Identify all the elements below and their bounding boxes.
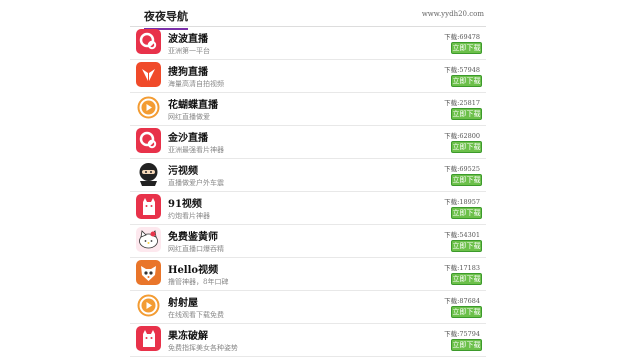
list-item-5: 污视频 直播做爱户外车震 下载:69525 立即下载 [130,159,486,192]
app-description: 直播做爱户外车震 [168,179,224,187]
list-item-7: 免费鉴黄师 网红直播口爆吞精 下载:54301 立即下载 [130,225,486,258]
download-button[interactable]: 立即下载 [451,240,482,252]
list-item-3: 花蝴蝶直播 网红直播做爱 下载:25817 立即下载 [130,93,486,126]
app-description: 在线观看下载免费 [168,311,224,319]
list-item-2: 搜狗直播 海量高清自拍视频 下载:57948 立即下载 [130,60,486,93]
download-count: 下载:17183 [444,264,480,272]
download-button[interactable]: 立即下载 [451,174,482,186]
download-count: 下载:57948 [444,66,480,74]
download-button[interactable]: 立即下载 [451,306,482,318]
download-count: 下载:62800 [444,132,480,140]
app-name[interactable]: 波波直播 [168,30,208,45]
app-name[interactable]: 金沙直播 [168,129,208,144]
app-description: 网红直播做爱 [168,113,210,121]
kitty-icon[interactable] [136,227,161,252]
header-bar: 夜夜导航 www.yydh20.com [130,0,486,30]
download-button[interactable]: 立即下载 [451,207,482,219]
list-item-4: 金沙直播 亚洲最强看片神器 下载:62800 立即下载 [130,126,486,159]
fox-icon[interactable] [136,260,161,285]
app-name[interactable]: 搜狗直播 [168,63,208,78]
list-item-8: Hello视频 撸管神器，8年口碑 下载:17183 立即下载 [130,258,486,291]
cat-icon[interactable] [136,326,161,351]
list-item-1: 波波直播 亚洲第一平台 下载:69478 立即下载 [130,27,486,60]
download-button[interactable]: 立即下载 [451,42,482,54]
download-button[interactable]: 立即下载 [451,273,482,285]
app-description: 约炮看片神器 [168,212,210,220]
download-button[interactable]: 立即下载 [451,141,482,153]
app-name[interactable]: 免费鉴黄师 [168,228,218,243]
download-button[interactable]: 立即下载 [451,108,482,120]
download-button[interactable]: 立即下载 [451,339,482,351]
app-name[interactable]: 污视频 [168,162,198,177]
download-count: 下载:69525 [444,165,480,173]
wing-icon[interactable] [136,62,161,87]
download-button[interactable]: 立即下载 [451,75,482,87]
app-name[interactable]: 91视频 [168,195,202,210]
app-description: 撸管神器，8年口碑 [168,278,229,286]
ninja-icon[interactable] [136,161,161,186]
app-name[interactable]: 花蝴蝶直播 [168,96,218,111]
list-item-6: 91视频 约炮看片神器 下载:18957 立即下载 [130,192,486,225]
download-count: 下载:18957 [444,198,480,206]
app-description: 亚洲最强看片神器 [168,146,224,154]
popo-icon[interactable] [136,128,161,153]
download-count: 下载:69478 [444,33,480,41]
list-item-10: 果冻破解 免费指挥美女各种姿势 下载:75794 立即下载 [130,324,486,357]
app-name[interactable]: 射射屋 [168,294,198,309]
site-domain: www.yydh20.com [421,10,484,18]
list-item-9: 射射屋 在线观看下载免费 下载:87684 立即下载 [130,291,486,324]
download-count: 下载:75794 [444,330,480,338]
app-description: 网红直播口爆吞精 [168,245,224,253]
download-count: 下载:25817 [444,99,480,107]
app-list-panel: 夜夜导航 www.yydh20.com 波波直播 亚洲第一平台 下载:69478… [130,0,486,357]
download-count: 下载:87684 [444,297,480,305]
app-description: 免费指挥美女各种姿势 [168,344,238,352]
play-icon[interactable] [136,293,161,318]
cat-icon[interactable] [136,194,161,219]
app-description: 海量高清自拍视频 [168,80,224,88]
download-count: 下载:54301 [444,231,480,239]
app-name[interactable]: 果冻破解 [168,327,208,342]
app-name[interactable]: Hello视频 [168,261,218,276]
app-description: 亚洲第一平台 [168,47,210,55]
app-list: 波波直播 亚洲第一平台 下载:69478 立即下载 搜狗直播 海量高清自拍视频 … [130,27,486,357]
play-icon[interactable] [136,95,161,120]
popo-icon[interactable] [136,29,161,54]
